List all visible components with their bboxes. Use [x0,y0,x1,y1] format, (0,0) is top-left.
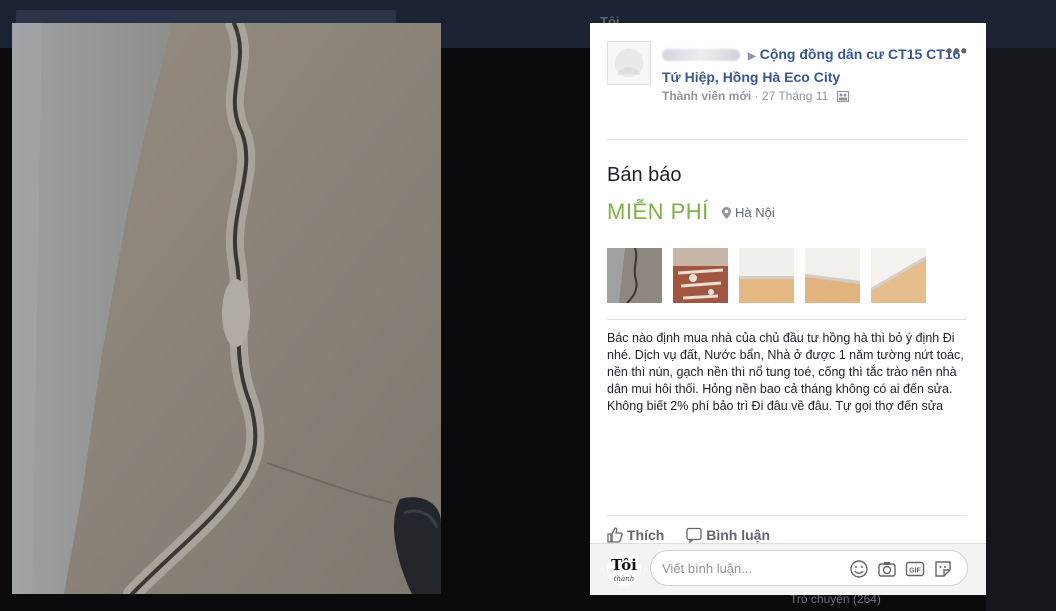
wall-floor-thumbnail-image [739,248,794,303]
commenter-logo-subtext: thành [613,575,635,583]
author-name-blurred[interactable] [662,49,740,62]
wall-floor-thumbnail-image [871,248,926,303]
sticker-icon[interactable] [933,559,953,579]
meta-separator: · [751,89,762,103]
listing-location: Hà Nội [722,205,775,222]
thumbnail-1[interactable] [607,248,662,303]
post-meta: Thành viên mới · 27 Tháng 11 [662,89,849,105]
cracked-floor-image [12,23,441,594]
thumbnail-4[interactable] [805,248,860,303]
crack-thumbnail-image [607,248,662,303]
audience-group-icon[interactable] [836,91,849,105]
post-side-panel: ▶ Cộng đồng dân cư CT15 CT16 Tứ Hiệp, Hồn… [590,23,986,595]
background-right-rail [986,48,1056,611]
thumbnail-3[interactable] [739,248,794,303]
comment-tools: GIF [849,559,959,579]
comment-composer: Tôi thành Viết bình luận... GIF [590,543,986,595]
listing-price: MIỄN PHÍ [607,199,709,224]
caret-right-icon: ▶ [748,51,756,62]
header-divider [607,139,967,140]
comment-placeholder: Viết bình luận... [662,561,753,576]
commenter-logo-text: Tôi [611,556,637,574]
tiled-floor-thumbnail-image [673,248,728,303]
thumbnail-2[interactable] [673,248,728,303]
gif-icon[interactable]: GIF [905,559,925,579]
location-pin-icon [722,207,731,222]
like-button[interactable]: Thích [607,527,664,543]
actions-divider [607,515,967,516]
comment-bubble-icon [686,527,702,544]
thumbnail-5[interactable] [871,248,926,303]
like-label: Thích [627,527,665,543]
more-options-button[interactable]: ••• [946,41,968,62]
author-avatar[interactable] [607,41,651,85]
post-date[interactable]: 27 Tháng 11 [762,89,828,103]
wall-floor-thumbnail-image [805,248,860,303]
listing-title: Bán báo [607,164,682,186]
comment-input[interactable]: Viết bình luận... GIF [650,550,968,586]
emoji-icon[interactable] [849,559,869,579]
listing-divider [607,319,967,320]
member-role: Thành viên mới [662,89,752,103]
avatar-image [608,42,650,84]
location-text: Hà Nội [735,205,775,220]
comment-label: Bình luận [706,527,771,543]
photo-viewer: Tôi Trò chuyện (264) ▶ Cộng đồng dân cư … [0,0,1056,611]
camera-icon[interactable] [877,559,897,579]
listing-description: Bác nào định mua nhà của chủ đầu tư hồng… [607,331,964,413]
post-actions: Thích Bình luận [607,527,788,544]
svg-text:GIF: GIF [909,568,921,575]
thumbs-up-icon [607,527,623,543]
commenter-avatar[interactable]: Tôi thành [607,552,641,586]
main-photo[interactable] [12,23,441,594]
post-header: ▶ Cộng đồng dân cư CT15 CT16 Tứ Hiệp, Hồn… [662,44,962,87]
comment-button[interactable]: Bình luận [686,527,771,544]
